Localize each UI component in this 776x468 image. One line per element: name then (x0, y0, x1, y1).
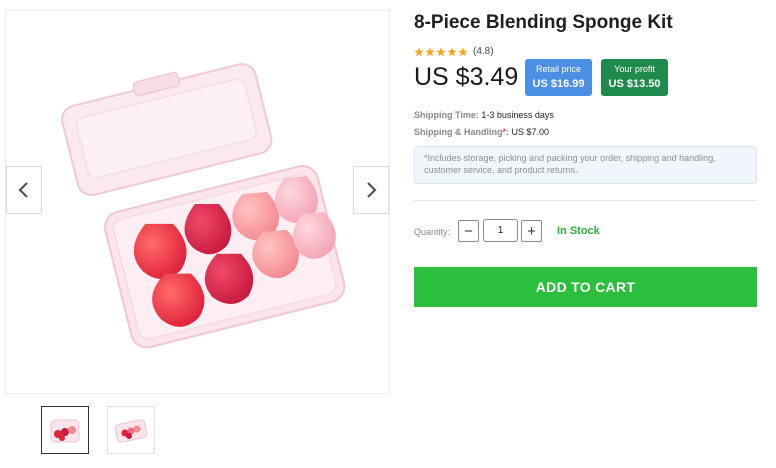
previous-image-button[interactable] (6, 166, 42, 214)
thumbnail-strip (41, 406, 155, 454)
rating-stars (414, 47, 468, 57)
shipping-note: *Includes storage, picking and packing y… (414, 146, 757, 184)
shipping-time-label: Shipping Time: (414, 110, 479, 120)
profit-value: US $13.50 (608, 78, 661, 90)
product-price: US $3.49 (414, 63, 519, 91)
thumbnail-image (50, 419, 80, 443)
thumbnail-1[interactable] (41, 406, 89, 454)
retail-price-label: Retail price (535, 64, 582, 74)
star-icon (425, 47, 435, 56)
rating-value: (4.8) (473, 46, 494, 57)
thumbnail-2[interactable] (107, 406, 155, 454)
star-icon (436, 47, 446, 56)
star-icon (447, 47, 457, 56)
quantity-input[interactable] (483, 219, 518, 242)
product-gallery (5, 10, 390, 394)
stock-status: In Stock (557, 225, 600, 237)
profit-badge: Your profit US $13.50 (601, 59, 668, 96)
quantity-decrease-button[interactable]: − (458, 220, 479, 242)
shipping-handling-value: US $7.00 (511, 127, 550, 137)
profit-label: Your profit (614, 64, 655, 74)
chevron-left-icon (18, 182, 28, 198)
product-rating: (4.8) (414, 46, 494, 57)
divider (414, 200, 757, 201)
add-to-cart-button[interactable]: ADD TO CART (414, 267, 757, 307)
retail-price-value: US $16.99 (532, 78, 585, 90)
thumbnail-image (114, 419, 148, 443)
retail-price-badge: Retail price US $16.99 (525, 59, 592, 96)
chevron-right-icon (367, 182, 377, 198)
shipping-handling-colon: : (506, 127, 510, 137)
shipping-time-value: 1-3 business days (481, 110, 554, 120)
star-icon (414, 47, 424, 56)
quantity-label: Quantity: (414, 227, 451, 237)
shipping-time: Shipping Time: 1-3 business days (414, 110, 554, 120)
quantity-increase-button[interactable]: + (521, 220, 542, 242)
product-main-image (61, 63, 346, 349)
next-image-button[interactable] (353, 166, 389, 214)
shipping-handling-label: Shipping & Handling (414, 127, 503, 137)
star-icon (458, 47, 468, 56)
shipping-handling: Shipping & Handling*: US $7.00 (414, 127, 549, 137)
product-title: 8-Piece Blending Sponge Kit (414, 12, 673, 33)
